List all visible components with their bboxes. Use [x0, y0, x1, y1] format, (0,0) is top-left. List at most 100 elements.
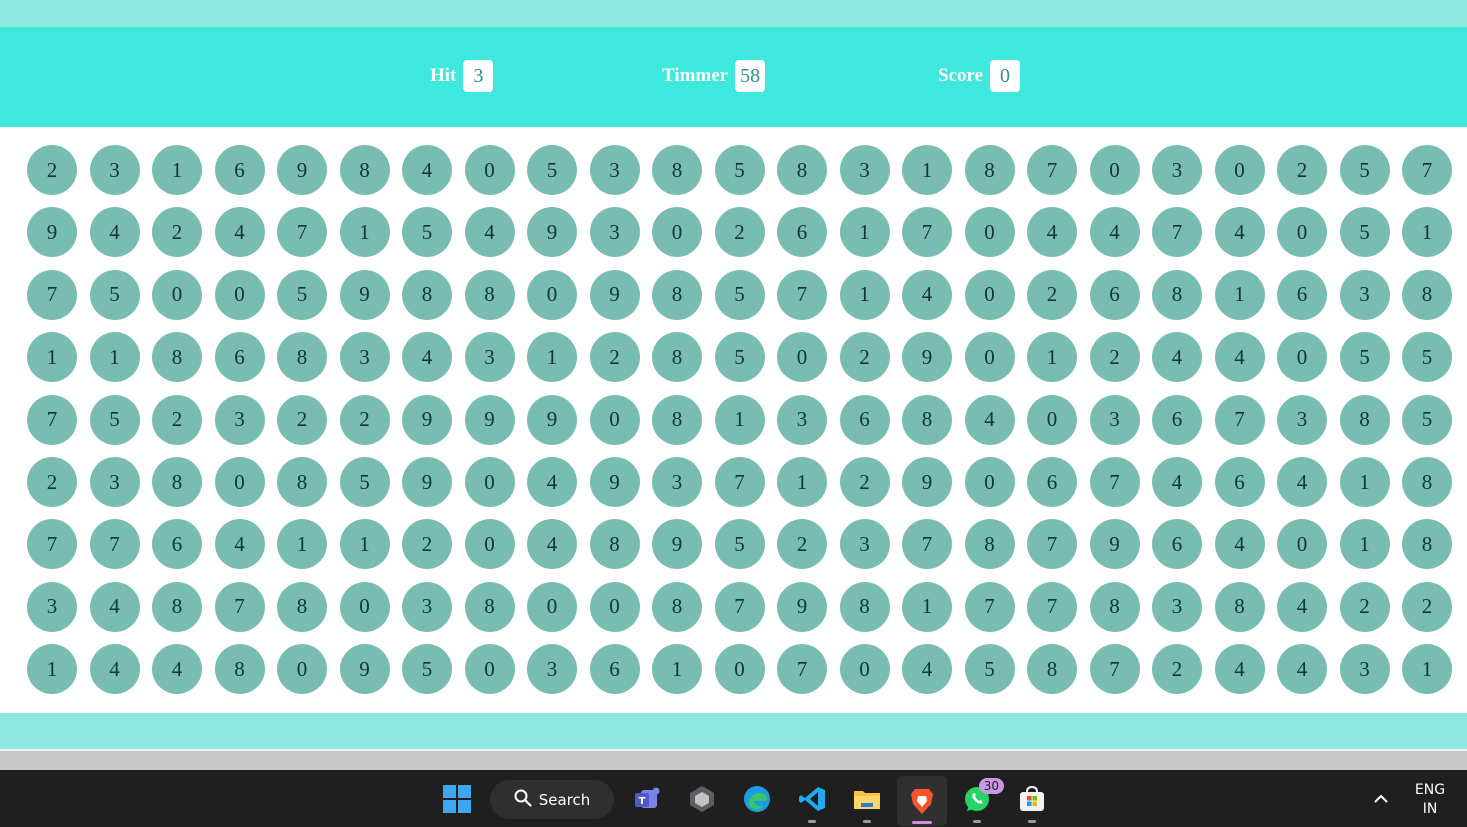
number-bubble[interactable]: 8	[152, 457, 202, 507]
taskbar-search-button[interactable]: Search	[490, 780, 614, 819]
number-bubble[interactable]: 1	[652, 644, 702, 695]
number-bubble[interactable]: 0	[214, 457, 265, 507]
number-bubble[interactable]: 5	[714, 519, 765, 570]
number-bubble[interactable]: 8	[1402, 519, 1452, 570]
number-bubble[interactable]: 1	[339, 519, 390, 570]
number-bubble[interactable]: 0	[152, 269, 202, 320]
number-bubble[interactable]: 5	[1339, 332, 1390, 383]
number-bubble[interactable]: 1	[1214, 269, 1265, 320]
number-bubble[interactable]: 2	[1402, 581, 1452, 632]
number-bubble[interactable]: 7	[1089, 644, 1140, 695]
number-bubble[interactable]: 4	[902, 644, 952, 695]
number-bubble[interactable]: 8	[652, 332, 702, 383]
number-bubble[interactable]: 5	[527, 145, 577, 195]
number-bubble[interactable]: 5	[1339, 207, 1390, 258]
number-bubble[interactable]: 4	[464, 207, 515, 258]
number-bubble[interactable]: 1	[839, 269, 890, 320]
number-bubble[interactable]: 9	[777, 581, 827, 632]
number-bubble[interactable]: 8	[464, 269, 515, 320]
number-bubble[interactable]: 6	[214, 332, 265, 383]
number-bubble[interactable]: 8	[964, 519, 1015, 570]
language-indicator[interactable]: ENG IN	[1411, 781, 1449, 819]
number-bubble[interactable]: 2	[277, 394, 327, 445]
number-bubble[interactable]: 8	[652, 269, 702, 320]
number-bubble[interactable]: 8	[589, 519, 640, 570]
whatsapp-icon[interactable]: 30	[960, 778, 1004, 823]
app-icon[interactable]	[685, 782, 719, 816]
number-bubble[interactable]: 6	[589, 644, 640, 695]
number-bubble[interactable]: 9	[589, 457, 640, 507]
number-bubble[interactable]: 0	[964, 207, 1015, 258]
number-bubble[interactable]: 8	[1214, 581, 1265, 632]
number-bubble[interactable]: 0	[464, 457, 515, 507]
number-bubble[interactable]: 7	[1027, 519, 1077, 570]
number-bubble[interactable]: 9	[652, 519, 702, 570]
number-bubble[interactable]: 0	[277, 644, 327, 695]
number-bubble[interactable]: 6	[214, 145, 265, 195]
number-bubble[interactable]: 9	[902, 332, 952, 383]
number-bubble[interactable]: 7	[714, 581, 765, 632]
number-bubble[interactable]: 0	[839, 644, 890, 695]
number-bubble[interactable]: 0	[1277, 519, 1327, 570]
number-bubble[interactable]: 4	[214, 519, 265, 570]
number-bubble[interactable]: 8	[464, 581, 515, 632]
number-bubble[interactable]: 3	[652, 457, 702, 507]
number-bubble[interactable]: 0	[1027, 394, 1077, 445]
number-bubble[interactable]: 0	[964, 332, 1015, 383]
number-bubble[interactable]: 8	[964, 145, 1015, 195]
number-bubble[interactable]: 1	[902, 145, 952, 195]
number-bubble[interactable]: 0	[777, 332, 827, 383]
number-bubble[interactable]: 9	[339, 269, 390, 320]
number-bubble[interactable]: 7	[777, 269, 827, 320]
number-bubble[interactable]: 8	[652, 145, 702, 195]
number-bubble[interactable]: 4	[1214, 207, 1265, 258]
number-bubble[interactable]: 5	[1339, 145, 1390, 195]
number-bubble[interactable]: 6	[1214, 457, 1265, 507]
number-bubble[interactable]: 1	[27, 332, 77, 383]
number-bubble[interactable]: 5	[714, 145, 765, 195]
number-bubble[interactable]: 7	[27, 519, 77, 570]
number-bubble[interactable]: 7	[214, 581, 265, 632]
number-bubble[interactable]: 9	[527, 394, 577, 445]
windows-start-icon[interactable]	[440, 782, 474, 816]
number-bubble[interactable]: 4	[1277, 644, 1327, 695]
number-bubble[interactable]: 3	[1152, 581, 1202, 632]
number-bubble[interactable]: 9	[277, 145, 327, 195]
number-bubble[interactable]: 2	[839, 457, 890, 507]
number-bubble[interactable]: 7	[902, 519, 952, 570]
number-bubble[interactable]: 4	[902, 269, 952, 320]
number-bubble[interactable]: 0	[339, 581, 390, 632]
number-bubble[interactable]: 3	[89, 457, 140, 507]
number-bubble[interactable]: 7	[964, 581, 1015, 632]
number-bubble[interactable]: 3	[839, 145, 890, 195]
number-bubble[interactable]: 1	[339, 207, 390, 258]
number-bubble[interactable]: 4	[89, 644, 140, 695]
number-bubble[interactable]: 1	[152, 145, 202, 195]
number-bubble[interactable]: 2	[402, 519, 452, 570]
number-bubble[interactable]: 0	[589, 394, 640, 445]
number-bubble[interactable]: 1	[1027, 332, 1077, 383]
number-bubble[interactable]: 2	[1027, 269, 1077, 320]
number-bubble[interactable]: 8	[839, 581, 890, 632]
file-explorer-icon[interactable]	[850, 782, 884, 823]
number-bubble[interactable]: 0	[1214, 145, 1265, 195]
number-bubble[interactable]: 2	[1089, 332, 1140, 383]
number-bubble[interactable]: 1	[1402, 207, 1452, 258]
number-bubble[interactable]: 2	[1339, 581, 1390, 632]
number-bubble[interactable]: 4	[402, 332, 452, 383]
number-bubble[interactable]: 5	[402, 207, 452, 258]
number-bubble[interactable]: 8	[339, 145, 390, 195]
number-bubble[interactable]: 0	[1277, 332, 1327, 383]
number-bubble[interactable]: 9	[902, 457, 952, 507]
number-bubble[interactable]: 3	[1152, 145, 1202, 195]
number-bubble[interactable]: 5	[339, 457, 390, 507]
number-bubble[interactable]: 8	[652, 581, 702, 632]
number-bubble[interactable]: 5	[714, 332, 765, 383]
number-bubble[interactable]: 3	[464, 332, 515, 383]
number-bubble[interactable]: 1	[714, 394, 765, 445]
number-bubble[interactable]: 2	[152, 207, 202, 258]
number-bubble[interactable]: 0	[714, 644, 765, 695]
number-bubble[interactable]: 2	[27, 457, 77, 507]
number-bubble[interactable]: 5	[89, 394, 140, 445]
number-bubble[interactable]: 3	[89, 145, 140, 195]
